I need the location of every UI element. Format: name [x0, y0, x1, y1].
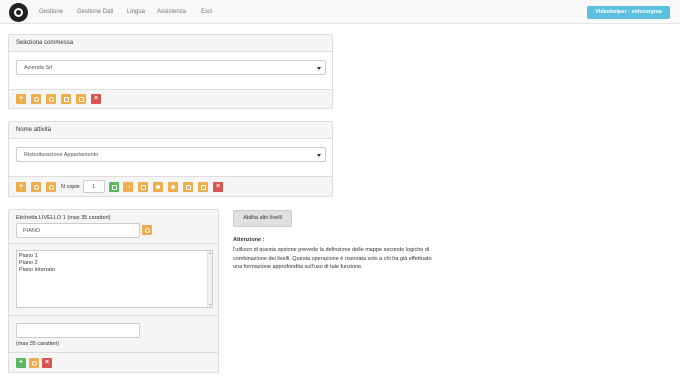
- envelope-icon: [185, 184, 191, 190]
- info-commessa-button[interactable]: [31, 94, 41, 104]
- refresh-icon: [144, 227, 150, 233]
- nav-gestione[interactable]: Gestione: [39, 9, 63, 15]
- user-button[interactable]: Videohelper : videosigma: [587, 6, 670, 19]
- info-icon: [33, 96, 39, 102]
- commessa-select-value: Azienda Srl: [24, 65, 53, 71]
- attention-text: l'utilizzo di questa opzione prevede la …: [233, 246, 463, 272]
- chevron-down-icon: [317, 154, 321, 157]
- nav-assistenza[interactable]: Assistenza: [157, 9, 186, 15]
- link-attivita-button[interactable]: [153, 182, 163, 192]
- add-commessa-button[interactable]: +: [16, 94, 26, 104]
- attivita-select[interactable]: Ristrutturazione Appartamento: [16, 147, 326, 162]
- list-item[interactable]: Piano 1: [19, 253, 210, 260]
- image-icon: [200, 184, 206, 190]
- commessa-select[interactable]: Azienda Srl: [16, 60, 326, 75]
- mail-attivita-button[interactable]: [138, 182, 148, 192]
- commessa-panel: Seleziona commessa Azienda Srl + ×: [8, 34, 333, 109]
- refresh-icon: [48, 96, 54, 102]
- plus-icon: +: [18, 183, 24, 190]
- nav-gestione-dati[interactable]: Gestione Dati: [77, 9, 113, 15]
- image-icon: [78, 96, 84, 102]
- copy-attivita-button[interactable]: [109, 182, 119, 192]
- attivita-select-value: Ristrutturazione Appartamento: [24, 152, 99, 158]
- copy-icon: [111, 184, 117, 190]
- top-navbar: Gestione Gestione Dati Lingua Assistenza…: [0, 0, 680, 24]
- level-label: Etichetta LIVELLO 1 (max 35 caratteri): [16, 215, 111, 221]
- envelope-icon: [140, 184, 146, 190]
- list-item[interactable]: Piano 2: [19, 260, 210, 267]
- level-input[interactable]: PIANO: [16, 223, 140, 238]
- add-attivita-button[interactable]: +: [16, 182, 26, 192]
- commessa-panel-footer: + ×: [9, 89, 332, 108]
- nav-esci[interactable]: Esci: [201, 9, 212, 15]
- commessa-panel-title: Seleziona commessa: [9, 35, 332, 52]
- app-logo[interactable]: [9, 3, 28, 22]
- chevron-down-icon: [317, 67, 321, 70]
- list-item[interactable]: Piano Interrato: [19, 267, 210, 274]
- refresh-attivita-button[interactable]: [46, 182, 56, 192]
- nav-lingua[interactable]: Lingua: [127, 9, 145, 15]
- image-attivita-button[interactable]: [198, 182, 208, 192]
- attivita-panel: Nome attività Ristrutturazione Appartame…: [8, 121, 333, 197]
- envelope-icon: [63, 96, 69, 102]
- refresh-commessa-button[interactable]: [46, 94, 56, 104]
- close-icon: ×: [44, 359, 50, 366]
- close-icon: ×: [215, 183, 221, 190]
- livello-panel: Etichetta LIVELLO 1 (max 35 caratteri) P…: [8, 209, 219, 373]
- tag-icon: [171, 185, 175, 189]
- attivita-panel-footer: + N copie 1 → ×: [9, 176, 332, 196]
- tag-attivita-button[interactable]: [168, 182, 178, 192]
- add-item-button[interactable]: +: [16, 358, 26, 368]
- attention-title: Attenzione :: [233, 237, 265, 243]
- divider: [9, 315, 218, 316]
- refresh-icon: [48, 184, 54, 190]
- new-item-input[interactable]: [16, 323, 140, 338]
- listbox-scrollbar[interactable]: [207, 251, 212, 307]
- image-commessa-button[interactable]: [76, 94, 86, 104]
- level-listbox[interactable]: Piano 1 Piano 2 Piano Interrato: [16, 250, 213, 308]
- delete-attivita-button[interactable]: ×: [213, 182, 223, 192]
- attention-line: una formazione approfondita sull'uso di …: [233, 264, 363, 270]
- attention-line: l'utilizzo di questa opzione prevede la …: [233, 247, 430, 253]
- delete-item-button[interactable]: ×: [42, 358, 52, 368]
- plus-icon: +: [18, 359, 24, 366]
- attivita-panel-title: Nome attività: [9, 122, 332, 139]
- plus-icon: +: [18, 95, 24, 102]
- arrow-right-icon: →: [124, 183, 132, 190]
- divider: [9, 243, 218, 244]
- enable-levels-button[interactable]: Abilita altri livelli: [233, 210, 292, 227]
- mail-commessa-button[interactable]: [61, 94, 71, 104]
- info-icon: [33, 184, 39, 190]
- refresh-level-button[interactable]: [142, 225, 152, 235]
- copies-label: N copie: [61, 184, 80, 190]
- forward-attivita-button[interactable]: →: [123, 182, 133, 192]
- copies-input[interactable]: 1: [83, 180, 105, 193]
- link-icon: [156, 185, 160, 189]
- max-hint: (max 35 caratteri): [16, 341, 60, 347]
- close-icon: ×: [93, 95, 99, 102]
- refresh-icon: [31, 360, 37, 366]
- delete-commessa-button[interactable]: ×: [91, 94, 101, 104]
- info-attivita-button[interactable]: [31, 182, 41, 192]
- refresh-item-button[interactable]: [29, 358, 39, 368]
- mail2-attivita-button[interactable]: [183, 182, 193, 192]
- divider: [9, 352, 218, 353]
- attention-line: combinazione dei livelli. Questa operazi…: [233, 255, 432, 262]
